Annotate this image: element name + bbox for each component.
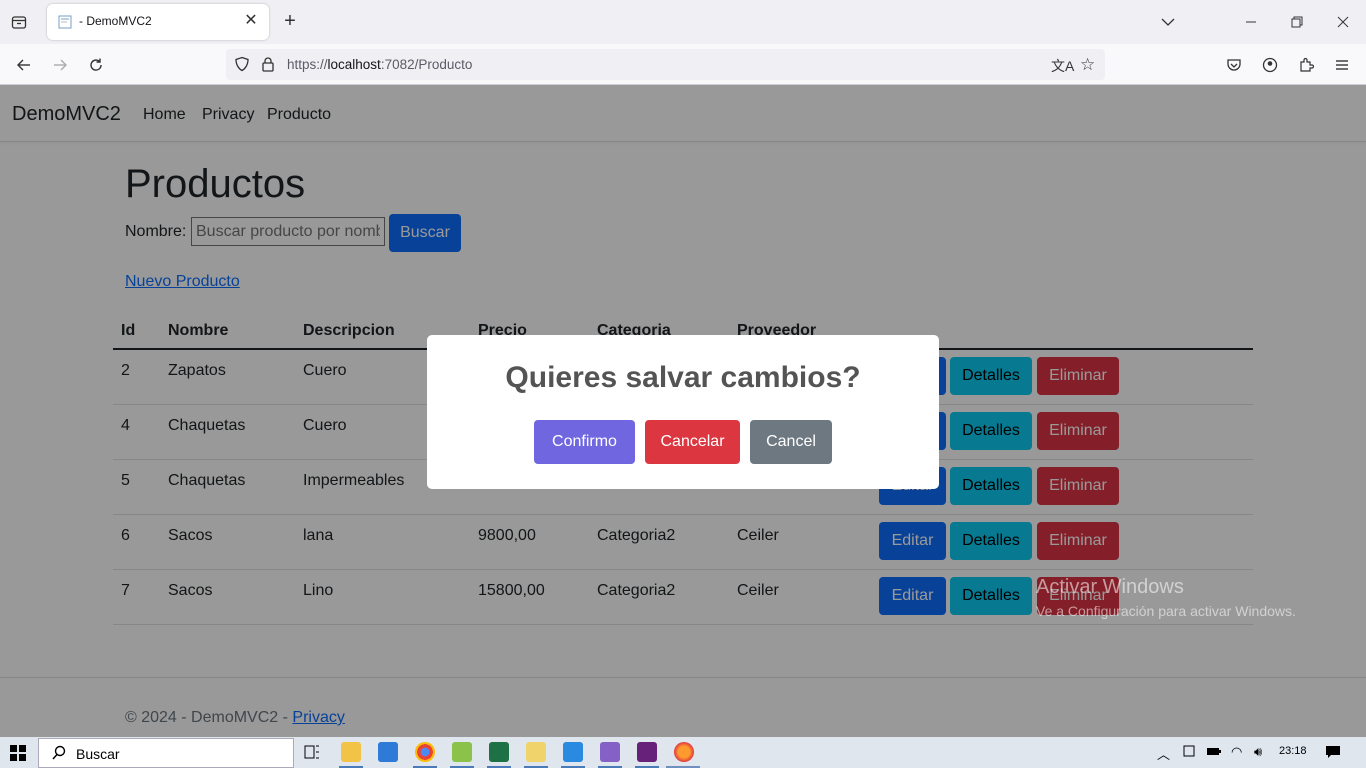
list-all-tabs-icon[interactable] (1156, 10, 1180, 34)
deny-button[interactable]: Cancelar (645, 420, 740, 464)
chrome-icon[interactable] (415, 742, 435, 762)
minimize-icon[interactable] (1239, 10, 1263, 34)
tracking-protection-icon[interactable] (234, 56, 250, 77)
taskbar-search-box[interactable]: Buscar (38, 738, 294, 768)
watermark-subtitle: Ve a Configuración para activar Windows. (1036, 603, 1296, 619)
menu-icon[interactable] (1329, 52, 1355, 78)
pocket-icon[interactable] (1221, 52, 1247, 78)
confirm-dialog: Quieres salvar cambios? Confirmo Cancela… (427, 335, 939, 489)
restore-icon[interactable] (1285, 10, 1309, 34)
close-tab-icon[interactable]: ✕ (243, 13, 259, 29)
close-window-icon[interactable] (1331, 10, 1355, 34)
tray-device-icon[interactable] (1182, 744, 1198, 760)
back-icon[interactable] (11, 52, 37, 78)
battery-icon[interactable] (1206, 744, 1222, 760)
account-icon[interactable] (1257, 52, 1283, 78)
csharp-icon[interactable] (637, 742, 657, 762)
cancel-button[interactable]: Cancel (750, 420, 832, 464)
tab-title: - DemoMVC2 (79, 14, 152, 28)
activation-watermark: Activar Windows Ve a Configuración para … (1036, 576, 1296, 619)
volume-icon[interactable]: 🔊︎ (1254, 744, 1270, 760)
url-text: https://localhost:7082/Producto (287, 57, 473, 72)
tab-list-icon[interactable] (8, 11, 30, 33)
task-view-icon[interactable] (302, 742, 322, 762)
new-tab-icon[interactable]: + (280, 10, 300, 33)
browser-tab-bar: - DemoMVC2 ✕ + (0, 0, 1366, 44)
excel-icon[interactable] (489, 742, 509, 762)
reload-icon[interactable] (83, 52, 109, 78)
extensions-icon[interactable] (1293, 52, 1319, 78)
watermark-title: Activar Windows (1036, 576, 1184, 598)
page-favicon-icon (58, 15, 72, 29)
firefox-icon[interactable] (674, 742, 694, 762)
browser-toolbar: https://localhost:7082/Producto 文A ☆ (0, 44, 1366, 85)
taskbar-clock[interactable]: 23:18 (1279, 745, 1307, 757)
translate-icon[interactable]: 文A (1051, 56, 1074, 76)
forward-icon[interactable] (47, 52, 73, 78)
taskbar-search-text: Buscar (76, 746, 120, 762)
visual-studio-icon[interactable] (600, 742, 620, 762)
bookmark-star-icon[interactable]: ☆ (1080, 55, 1095, 75)
notifications-icon[interactable] (1325, 744, 1341, 760)
address-bar[interactable]: https://localhost:7082/Producto 文A ☆ (226, 49, 1105, 80)
windows-start-icon[interactable] (10, 745, 26, 761)
vscode-icon[interactable] (563, 742, 583, 762)
confirm-button[interactable]: Confirmo (534, 420, 635, 464)
lock-icon[interactable] (260, 56, 276, 77)
wifi-icon[interactable]: ◠ (1231, 744, 1247, 760)
dialog-title: Quieres salvar cambios? (505, 361, 861, 394)
file-explorer-icon[interactable] (341, 742, 361, 762)
tray-chevron-icon[interactable]: ︿ (1157, 744, 1173, 762)
windows-taskbar: Buscar ︿ ◠ 🔊︎ 23:18 (0, 737, 1366, 768)
search-icon (51, 745, 67, 766)
notepad-icon[interactable] (452, 742, 472, 762)
store-icon[interactable] (378, 742, 398, 762)
browser-tab[interactable]: - DemoMVC2 ✕ (47, 4, 269, 40)
paint-icon[interactable] (526, 742, 546, 762)
